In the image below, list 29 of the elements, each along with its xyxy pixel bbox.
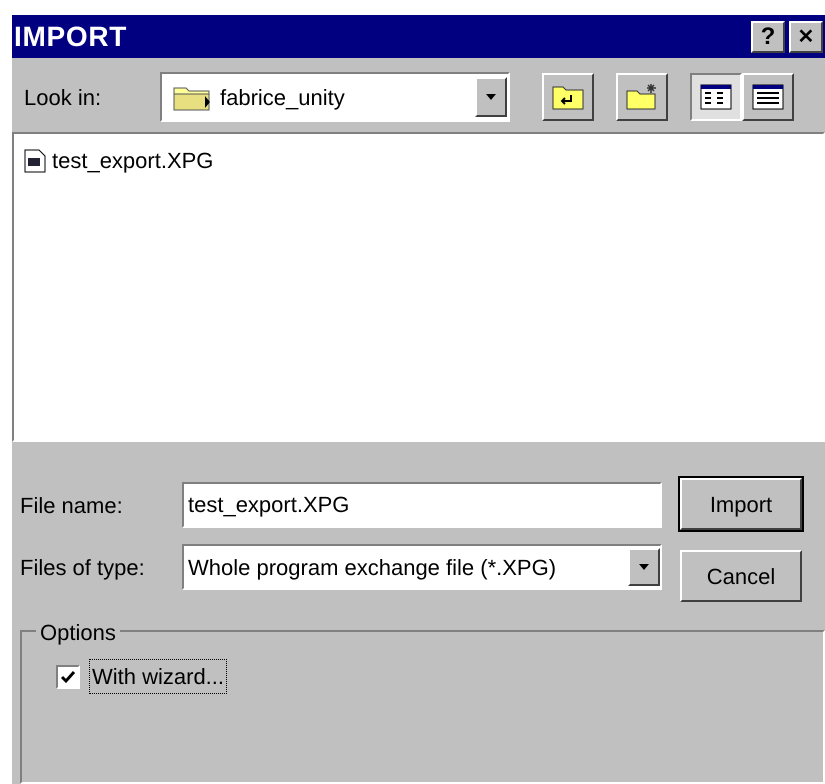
check-icon [60, 668, 76, 684]
details-view-icon [752, 84, 784, 110]
file-name-field[interactable]: test_export.XPG [182, 482, 662, 528]
dropdown-button[interactable] [628, 548, 660, 586]
caret-icon [484, 92, 498, 102]
dialog-button[interactable]: Import [680, 478, 802, 530]
file-name-label: File name: [20, 492, 124, 520]
close-button[interactable]: ✕ [789, 20, 823, 52]
look-in-value: fabrice_unity [220, 84, 346, 112]
caret-icon [637, 562, 651, 572]
file-type-value: Whole program exchange file (*.XPG) [187, 554, 558, 582]
dialog-button[interactable]: Cancel [680, 550, 802, 602]
up-folder-button[interactable] [542, 73, 594, 121]
look-in-dropdown[interactable]: fabrice_unity [160, 72, 510, 122]
dropdown-button[interactable] [475, 77, 507, 117]
list-view-icon [700, 84, 732, 110]
file-item[interactable]: test_export.XPG [24, 144, 218, 177]
checkbox[interactable] [56, 664, 80, 688]
window-title: IMPORT [14, 20, 128, 54]
file-type-dropdown[interactable]: Whole program exchange file (*.XPG) [182, 544, 662, 590]
checkbox-label[interactable]: With wizard... [90, 660, 226, 693]
look-in-label: Look in: [24, 84, 102, 112]
file-type-label: Files of type: [20, 554, 146, 582]
help-button[interactable]: ? [751, 20, 785, 52]
new-folder-button[interactable] [616, 73, 668, 121]
new-folder-icon [625, 83, 659, 111]
file-icon [24, 148, 46, 172]
list-view-button[interactable] [690, 73, 742, 121]
details-view-button[interactable] [742, 73, 794, 121]
